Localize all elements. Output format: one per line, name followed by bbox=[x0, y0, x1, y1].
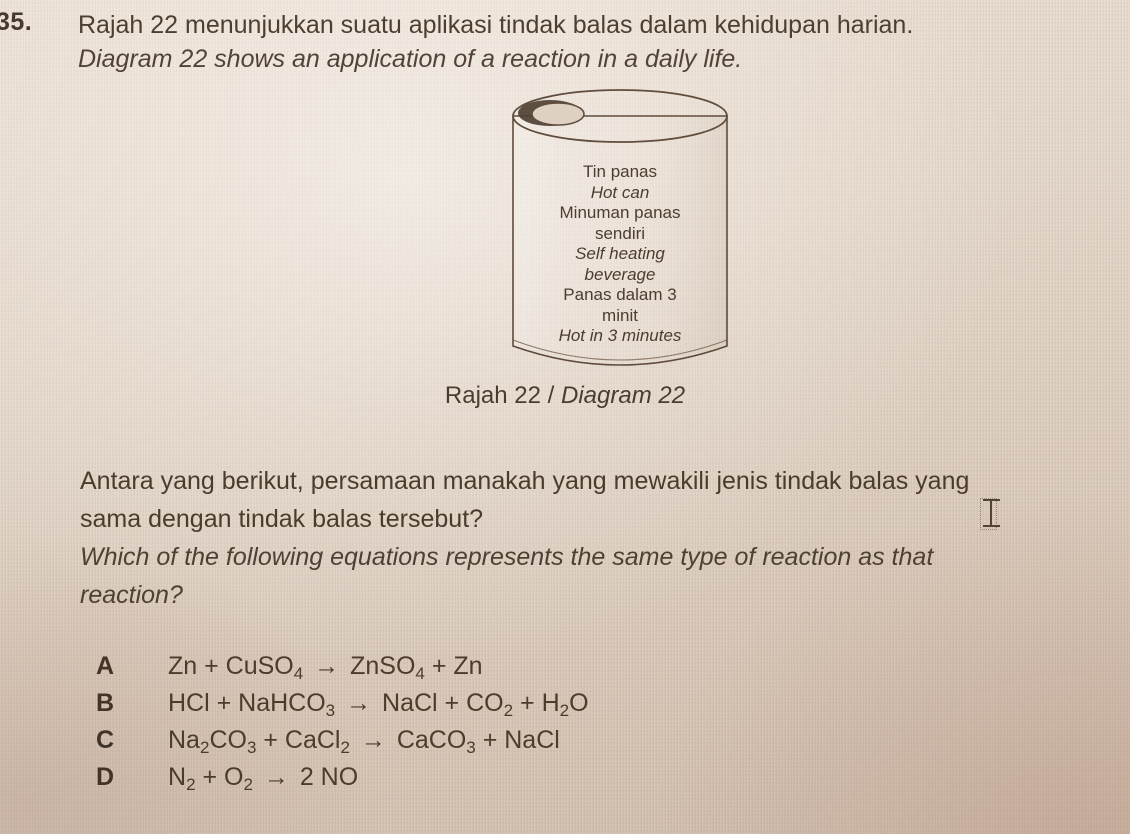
prompt-malay-line-1: Antara yang berikut, persamaan manakah y… bbox=[80, 467, 970, 495]
reaction-arrow-icon: → bbox=[314, 652, 340, 680]
cursor-cap-bottom bbox=[983, 525, 1000, 527]
chem-text: CO bbox=[209, 726, 247, 754]
prompt-malay-line-2: sama dengan tindak balas tersebut? bbox=[80, 505, 484, 533]
diagram-caption-malay: Rajah 22 / bbox=[444, 382, 555, 409]
option-letter-a: A bbox=[96, 652, 115, 680]
option-equation-c: Na2CO3 + CaCl2 → CaCO3 + NaCl bbox=[168, 726, 560, 757]
chem-subscript: 2 bbox=[186, 774, 196, 794]
chem-subscript: 4 bbox=[415, 663, 425, 683]
can-label-line: Hot can bbox=[590, 182, 650, 202]
can-pull-tab-ring bbox=[531, 102, 585, 126]
chem-text bbox=[350, 726, 357, 754]
option-letter-d: D bbox=[96, 763, 115, 791]
question-number: 35. bbox=[0, 8, 33, 36]
chem-subscript: 2 bbox=[559, 700, 570, 720]
chem-text: + Zn bbox=[424, 652, 483, 680]
can-label-text: Tin panas Hot can Minuman panas sendiri … bbox=[510, 162, 730, 347]
chem-subscript: 2 bbox=[340, 737, 350, 757]
chem-subscript: 2 bbox=[199, 737, 210, 757]
can-label-line: beverage bbox=[584, 264, 656, 284]
can-label-line: Minuman panas bbox=[559, 203, 681, 222]
chem-text: + O bbox=[195, 763, 244, 791]
chem-text: Zn + CuSO bbox=[168, 652, 294, 680]
chem-text: N bbox=[168, 763, 187, 791]
chem-text: NaCl + CO bbox=[375, 689, 504, 717]
diagram-caption: Rajah 22 / Diagram 22 bbox=[0, 382, 1130, 410]
chem-subscript: 4 bbox=[293, 663, 304, 683]
can-label-line: Self heating bbox=[575, 244, 665, 263]
chem-text: + CaCl bbox=[256, 726, 341, 754]
chem-subscript: 3 bbox=[325, 700, 336, 720]
chem-subscript: 2 bbox=[503, 700, 514, 720]
option-equation-d: N2 + O2 → 2 NO bbox=[168, 763, 359, 794]
answer-option-c[interactable]: C Na2CO3 + CaCl2 → CaCO3 + NaCl bbox=[96, 726, 1096, 763]
option-letter-b: B bbox=[96, 689, 115, 717]
chem-text bbox=[253, 763, 260, 791]
chem-text: Na bbox=[168, 726, 200, 754]
chem-text: CaCO bbox=[389, 726, 467, 754]
hot-can-diagram: Tin panas Hot can Minuman panas sendiri … bbox=[480, 88, 760, 378]
question-stem-malay: Rajah 22 menunjukkan suatu aplikasi tind… bbox=[78, 11, 914, 39]
answer-option-a[interactable]: A Zn + CuSO4 → ZnSO4 + Zn bbox=[96, 652, 1096, 689]
prompt-english-line-2: reaction? bbox=[80, 581, 183, 609]
diagram-caption-english: Diagram 22 bbox=[561, 382, 686, 409]
can-label-line: sendiri bbox=[594, 223, 646, 243]
reaction-arrow-icon: → bbox=[346, 689, 372, 717]
can-label-line: Hot in 3 minutes bbox=[558, 326, 682, 345]
option-equation-a: Zn + CuSO4 → ZnSO4 + Zn bbox=[168, 652, 483, 683]
reaction-arrow-icon: → bbox=[263, 763, 289, 791]
chem-text: + NaCl bbox=[475, 726, 560, 754]
question-stem: Rajah 22 menunjukkan suatu aplikasi tind… bbox=[78, 8, 1098, 76]
chem-text: 2 NO bbox=[292, 763, 359, 791]
question-prompt: Antara yang berikut, persamaan manakah y… bbox=[80, 462, 1110, 614]
chem-subscript: 3 bbox=[246, 737, 257, 757]
can-label-line: minit bbox=[602, 305, 638, 325]
option-equation-b: HCl + NaHCO3 → NaCl + CO2 + H2O bbox=[168, 689, 589, 720]
exam-question-page: 35. Rajah 22 menunjukkan suatu aplikasi … bbox=[0, 0, 1130, 834]
chem-text: O bbox=[569, 689, 589, 717]
can-label-line: Tin panas bbox=[582, 162, 658, 181]
question-stem-english: Diagram 22 shows an application of a rea… bbox=[78, 45, 743, 73]
text-cursor-icon bbox=[980, 496, 1006, 536]
answer-option-d[interactable]: D N2 + O2 → 2 NO bbox=[96, 763, 1096, 800]
cursor-bar bbox=[990, 499, 992, 527]
reaction-arrow-icon: → bbox=[360, 726, 386, 754]
chem-text: HCl + NaHCO bbox=[168, 689, 326, 717]
chem-subscript: 3 bbox=[466, 737, 476, 757]
chem-subscript: 2 bbox=[243, 774, 253, 794]
option-letter-c: C bbox=[96, 726, 115, 754]
prompt-english-line-1: Which of the following equations represe… bbox=[80, 543, 934, 571]
chem-text: ZnSO bbox=[343, 652, 416, 680]
can-label-line: Panas dalam 3 bbox=[563, 285, 677, 304]
answer-options-list: A Zn + CuSO4 → ZnSO4 + Zn B HCl + NaHCO3 →… bbox=[96, 652, 1096, 800]
answer-option-b[interactable]: B HCl + NaHCO3 → NaCl + CO2 + H2O bbox=[96, 689, 1096, 726]
chem-text: + H bbox=[513, 689, 560, 717]
